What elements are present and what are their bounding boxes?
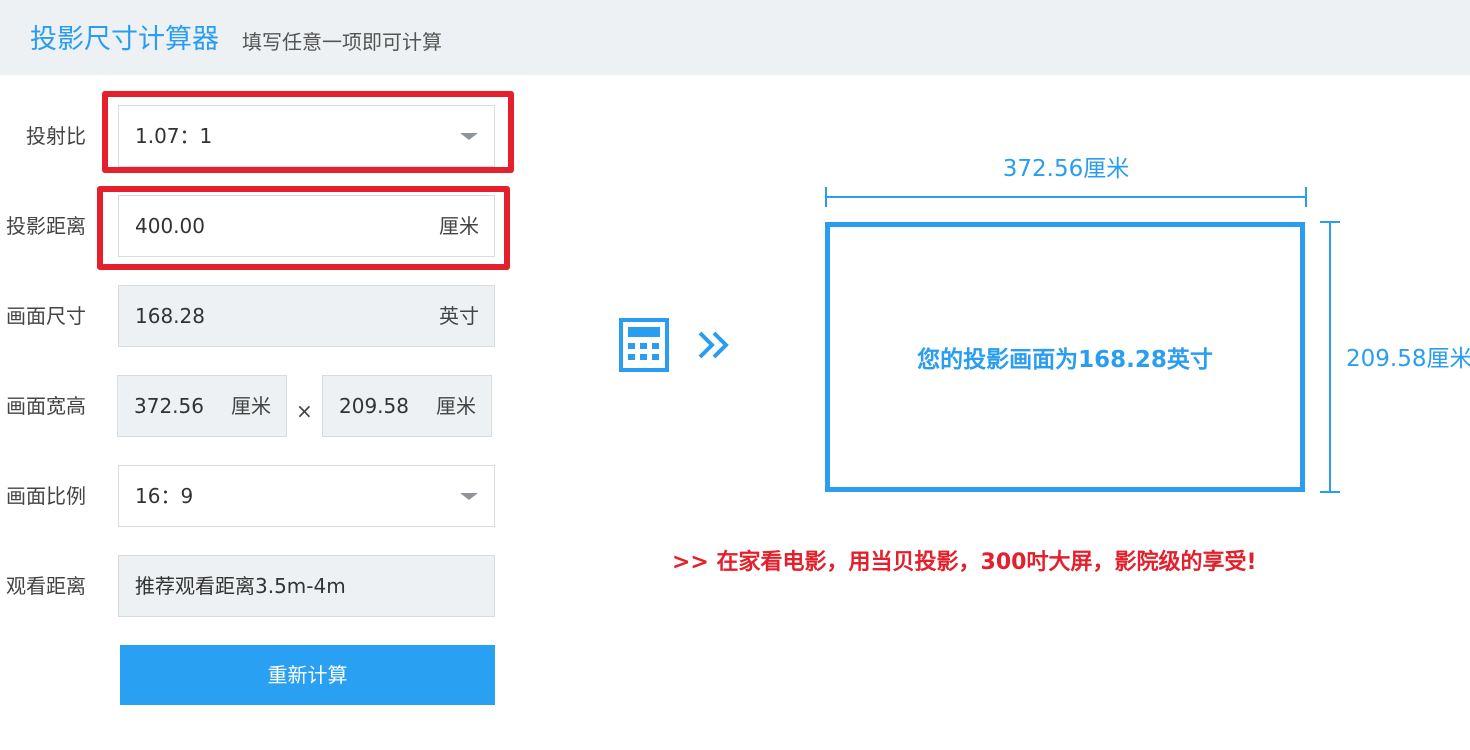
aspect-ratio-label: 画面比例 [6, 484, 86, 508]
projection-distance-value: 400.00 [135, 214, 205, 238]
screen-size-value: 168.28 [135, 304, 205, 328]
caret-down-icon [460, 493, 478, 500]
times-separator: × [296, 399, 313, 423]
projection-distance-label: 投影距离 [6, 214, 86, 238]
page-subtitle: 填写任意一项即可计算 [242, 30, 442, 54]
viewing-distance-field: 推荐观看距离3.5m-4m [118, 555, 495, 617]
height-dimension-line [1320, 221, 1340, 493]
aspect-ratio-select[interactable]: 16：9 [118, 465, 495, 527]
calculator-icon [619, 318, 669, 372]
aspect-ratio-value: 16：9 [135, 484, 194, 508]
promo-link[interactable]: >> 在家看电影，用当贝投影，300吋大屏，影院级的享受! [672, 548, 1256, 578]
width-height-label: 画面宽高 [6, 394, 86, 418]
preview-width-label: 372.56厘米 [1002, 156, 1130, 182]
preview-height-label: 209.58厘米 [1346, 346, 1470, 372]
caret-down-icon [460, 133, 478, 140]
double-chevron-right-icon [698, 331, 729, 359]
throw-ratio-label: 投射比 [26, 124, 86, 148]
screen-height-unit: 厘米 [436, 394, 476, 418]
screen-size-result: 您的投影画面为168.28英寸 [917, 347, 1213, 373]
width-dimension-line [825, 187, 1307, 207]
screen-width-value: 372.56 [134, 394, 204, 418]
viewing-distance-label: 观看距离 [6, 574, 86, 598]
projection-distance-unit: 厘米 [439, 214, 479, 238]
screen-size-label: 画面尺寸 [6, 304, 86, 328]
screen-height-value: 209.58 [339, 394, 409, 418]
header-bar: 投影尺寸计算器 填写任意一项即可计算 [0, 0, 1470, 75]
recalculate-button[interactable]: 重新计算 [120, 645, 495, 705]
screen-size-unit: 英寸 [439, 304, 479, 328]
screen-width-field[interactable]: 372.56 厘米 [117, 375, 287, 437]
throw-ratio-value: 1.07：1 [135, 124, 213, 148]
throw-ratio-select[interactable]: 1.07：1 [118, 105, 495, 167]
projection-distance-input[interactable]: 400.00 厘米 [118, 195, 495, 257]
page-title: 投影尺寸计算器 [30, 24, 219, 55]
screen-size-field[interactable]: 168.28 英寸 [118, 285, 495, 347]
viewing-distance-value: 推荐观看距离3.5m-4m [135, 574, 346, 598]
screen-height-field[interactable]: 209.58 厘米 [322, 375, 492, 437]
projection-screen-preview: 您的投影画面为168.28英寸 [825, 222, 1305, 492]
screen-width-unit: 厘米 [231, 394, 271, 418]
